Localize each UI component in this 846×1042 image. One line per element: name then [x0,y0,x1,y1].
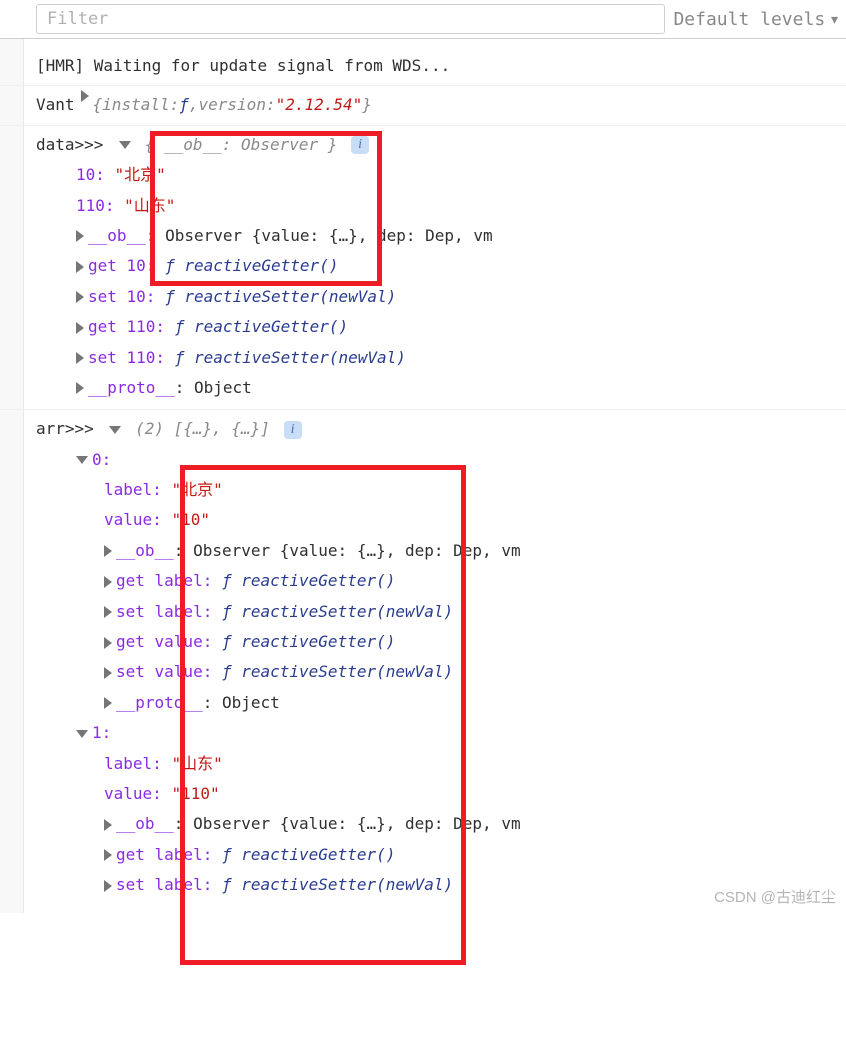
log-vant: Vant { install: ƒ , version: "2.12.54" } [0,86,846,125]
data-label: data>>> [36,135,113,154]
arr-label: arr>>> [36,419,103,438]
collapse-icon[interactable] [76,730,88,738]
expand-icon[interactable] [76,291,84,303]
log-data: data>>> { __ob__: Observer } i 10: "北京" … [0,126,846,411]
log-levels-dropdown[interactable]: Default levels ▾ [673,9,840,30]
log-hmr: [HMR] Waiting for update signal from WDS… [0,47,846,86]
filter-bar: Default levels ▾ [0,0,846,39]
expand-icon[interactable] [81,90,89,102]
expand-icon[interactable] [104,697,112,709]
expand-icon[interactable] [104,849,112,861]
expand-icon[interactable] [76,261,84,273]
expand-icon[interactable] [104,819,112,831]
expand-icon[interactable] [76,382,84,394]
expand-icon[interactable] [104,880,112,892]
expand-icon[interactable] [104,545,112,557]
log-levels-label: Default levels [673,9,825,30]
collapse-icon[interactable] [76,456,88,464]
expand-icon[interactable] [104,667,112,679]
expand-icon[interactable] [104,637,112,649]
watermark: CSDN @古迪红尘 [714,886,836,907]
console-panel: [HMR] Waiting for update signal from WDS… [0,39,846,913]
expand-icon[interactable] [104,606,112,618]
expand-icon[interactable] [76,230,84,242]
expand-icon[interactable] [104,576,112,588]
info-icon[interactable]: i [284,421,302,439]
expand-icon[interactable] [76,352,84,364]
filter-input[interactable] [36,4,665,34]
chevron-down-icon: ▾ [829,9,840,30]
info-icon[interactable]: i [351,136,369,154]
log-arr: arr>>> (2) [{…}, {…}] i 0: label: "北京" v… [0,410,846,904]
expand-icon[interactable] [76,322,84,334]
hmr-text: [HMR] Waiting for update signal from WDS… [36,51,450,81]
collapse-icon[interactable] [119,141,131,149]
vant-label: Vant [36,90,75,120]
collapse-icon[interactable] [109,426,121,434]
